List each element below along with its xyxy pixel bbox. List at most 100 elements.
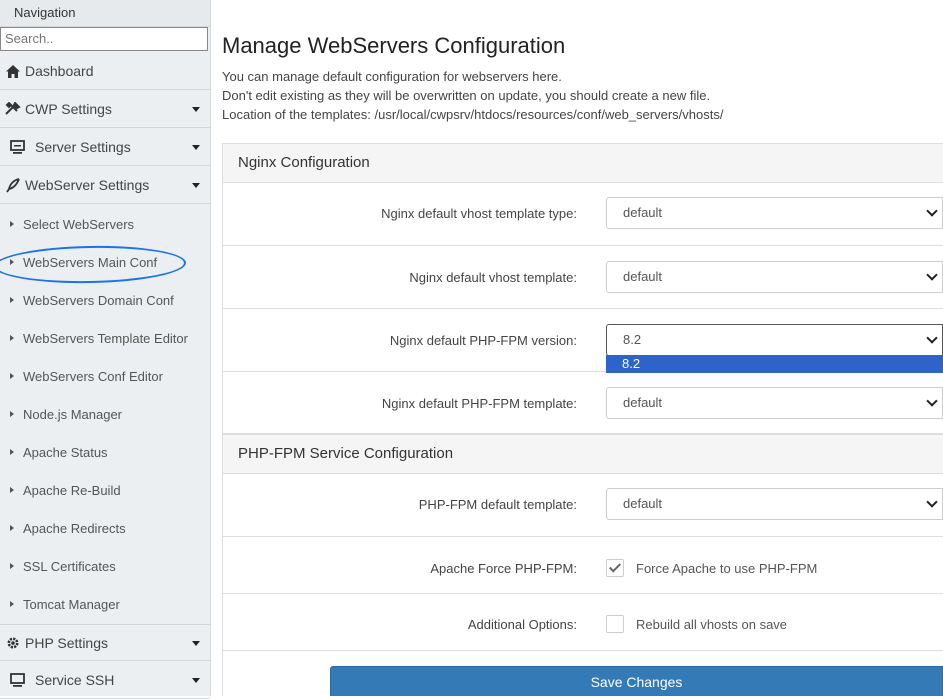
field-label: PHP-FPM default template: (418, 497, 577, 512)
caret-down-icon (192, 678, 200, 683)
form-row: Apache Force PHP-FPM: Force Apache to us… (223, 536, 943, 593)
bullet-arrow-icon (10, 563, 14, 569)
sidebar-subitem-label: Apache Status (23, 444, 108, 460)
bullet-arrow-icon (10, 373, 14, 379)
feather-icon (5, 177, 21, 193)
panel-heading: Nginx Configuration (223, 144, 943, 183)
sidebar-item-php-settings[interactable]: PHP Settings (0, 624, 210, 661)
vhost-template-type-select[interactable]: default (606, 197, 943, 229)
sidebar-subitem-label: WebServers Conf Editor (23, 368, 163, 384)
bullet-arrow-icon (10, 221, 14, 227)
checkbox-label[interactable]: Rebuild all vhosts on save (636, 617, 787, 632)
sidebar-subitem-tomcat-manager[interactable]: Tomcat Manager (0, 585, 210, 623)
sidebar-subitem-apache-rebuild[interactable]: Apache Re-Build (0, 471, 210, 509)
tools-icon (5, 101, 21, 117)
sidebar-item-label: Server Settings (35, 139, 131, 155)
form-row: Nginx default vhost template: default (223, 245, 943, 308)
sidebar-item-label: Service SSH (35, 672, 115, 688)
caret-down-icon (192, 641, 200, 646)
sidebar-subitem-select-webservers[interactable]: Select WebServers (0, 205, 210, 243)
php-fpm-version-select[interactable]: 8.2 (606, 324, 943, 356)
sidebar-subitem-label: WebServers Domain Conf (23, 292, 174, 308)
field-label: Nginx default vhost template type: (381, 206, 577, 221)
field-label: Additional Options: (467, 617, 577, 632)
force-phpfpm-checkbox[interactable] (606, 559, 624, 577)
select-value: default (623, 269, 663, 284)
chevron-down-icon (926, 269, 938, 281)
search-box[interactable] (0, 27, 209, 51)
sidebar-item-label: Dashboard (25, 63, 94, 79)
home-icon (5, 63, 21, 79)
caret-down-icon (192, 107, 200, 112)
rebuild-vhosts-checkbox[interactable] (606, 615, 624, 633)
phpfpm-template-select[interactable]: default (606, 488, 943, 520)
sidebar-subitem-label: WebServers Template Editor (23, 330, 188, 346)
sidebar-item-service-ssh[interactable]: Service SSH (0, 662, 210, 699)
sidebar: Navigation Dashboard CWP Settings Server… (0, 0, 211, 699)
form-row: Additional Options: Rebuild all vhosts o… (223, 593, 943, 650)
gear-icon (5, 635, 21, 651)
form-row: PHP-FPM default template: default (223, 473, 943, 536)
sidebar-item-label: PHP Settings (25, 634, 109, 651)
bullet-arrow-icon (10, 259, 14, 265)
sidebar-subitem-webservers-conf-editor[interactable]: WebServers Conf Editor (0, 357, 210, 395)
field-label: Nginx default PHP-FPM template: (381, 396, 577, 411)
sidebar-subitem-label: SSL Certificates (23, 558, 116, 574)
select-value: default (623, 395, 663, 410)
sidebar-subitem-ssl-certificates[interactable]: SSL Certificates (0, 547, 210, 585)
search-input[interactable] (1, 28, 209, 48)
sidebar-item-label: WebServer Settings (25, 177, 150, 193)
chevron-down-icon (926, 332, 938, 344)
sidebar-subitem-nodejs-manager[interactable]: Node.js Manager (0, 395, 210, 433)
field-label: Nginx default vhost template: (409, 270, 577, 285)
bullet-arrow-icon (10, 525, 14, 531)
caret-down-icon (192, 183, 200, 188)
checkbox-label[interactable]: Force Apache to use PHP-FPM (636, 561, 817, 576)
sidebar-item-dashboard[interactable]: Dashboard (0, 53, 210, 90)
dropdown-option[interactable]: 8.2 (606, 355, 943, 373)
vhost-template-select[interactable]: default (606, 261, 943, 293)
description-line: You can manage default configuration for… (222, 69, 562, 84)
bullet-arrow-icon (10, 297, 14, 303)
sidebar-subitem-webservers-main-conf[interactable]: WebServers Main Conf (0, 243, 210, 281)
select-value: default (623, 496, 663, 511)
sidebar-item-cwp-settings[interactable]: CWP Settings (0, 91, 210, 128)
sidebar-subitem-label: Apache Re-Build (23, 482, 121, 498)
panel-heading: PHP-FPM Service Configuration (223, 435, 943, 474)
nginx-config-panel: Nginx Configuration Nginx default vhost … (222, 143, 943, 434)
bullet-arrow-icon (10, 335, 14, 341)
save-changes-button[interactable]: Save Changes (330, 666, 943, 696)
bullet-arrow-icon (10, 601, 14, 607)
sidebar-subitem-apache-status[interactable]: Apache Status (0, 433, 210, 471)
chevron-down-icon (926, 496, 938, 508)
sidebar-subitem-apache-redirects[interactable]: Apache Redirects (0, 509, 210, 547)
bullet-arrow-icon (10, 411, 14, 417)
php-fpm-template-select[interactable]: default (606, 387, 943, 419)
monitor-icon (9, 672, 25, 688)
caret-down-icon (192, 145, 200, 150)
chevron-down-icon (926, 205, 938, 217)
select-value: default (623, 205, 663, 220)
description-line: Don't edit existing as they will be over… (222, 88, 711, 103)
chevron-down-icon (926, 395, 938, 407)
description-line: Location of the templates: /usr/local/cw… (222, 107, 724, 122)
sidebar-item-webserver-settings[interactable]: WebServer Settings (0, 167, 210, 204)
main-content: Manage WebServers Configuration You can … (222, 0, 943, 696)
form-row: Nginx default vhost template type: defau… (223, 182, 943, 245)
page-title: Manage WebServers Configuration (222, 33, 566, 58)
bullet-arrow-icon (10, 449, 14, 455)
nav-header: Navigation (0, 0, 210, 27)
sidebar-item-server-settings[interactable]: Server Settings (0, 129, 210, 166)
sidebar-subitem-webservers-domain-conf[interactable]: WebServers Domain Conf (0, 281, 210, 319)
sidebar-subitem-label: Node.js Manager (23, 406, 122, 422)
field-label: Apache Force PHP-FPM: (430, 561, 577, 576)
phpfpm-config-panel: PHP-FPM Service Configuration PHP-FPM de… (222, 434, 943, 696)
form-row: Nginx default PHP-FPM template: default (223, 371, 943, 434)
sidebar-subitem-webservers-template-editor[interactable]: WebServers Template Editor (0, 319, 210, 357)
select-value: 8.2 (623, 332, 642, 347)
monitor-icon (9, 139, 25, 155)
sidebar-subitem-label: WebServers Main Conf (23, 254, 158, 270)
sidebar-subitem-label: Select WebServers (23, 216, 135, 232)
bullet-arrow-icon (10, 487, 14, 493)
sidebar-item-label: CWP Settings (25, 101, 112, 117)
